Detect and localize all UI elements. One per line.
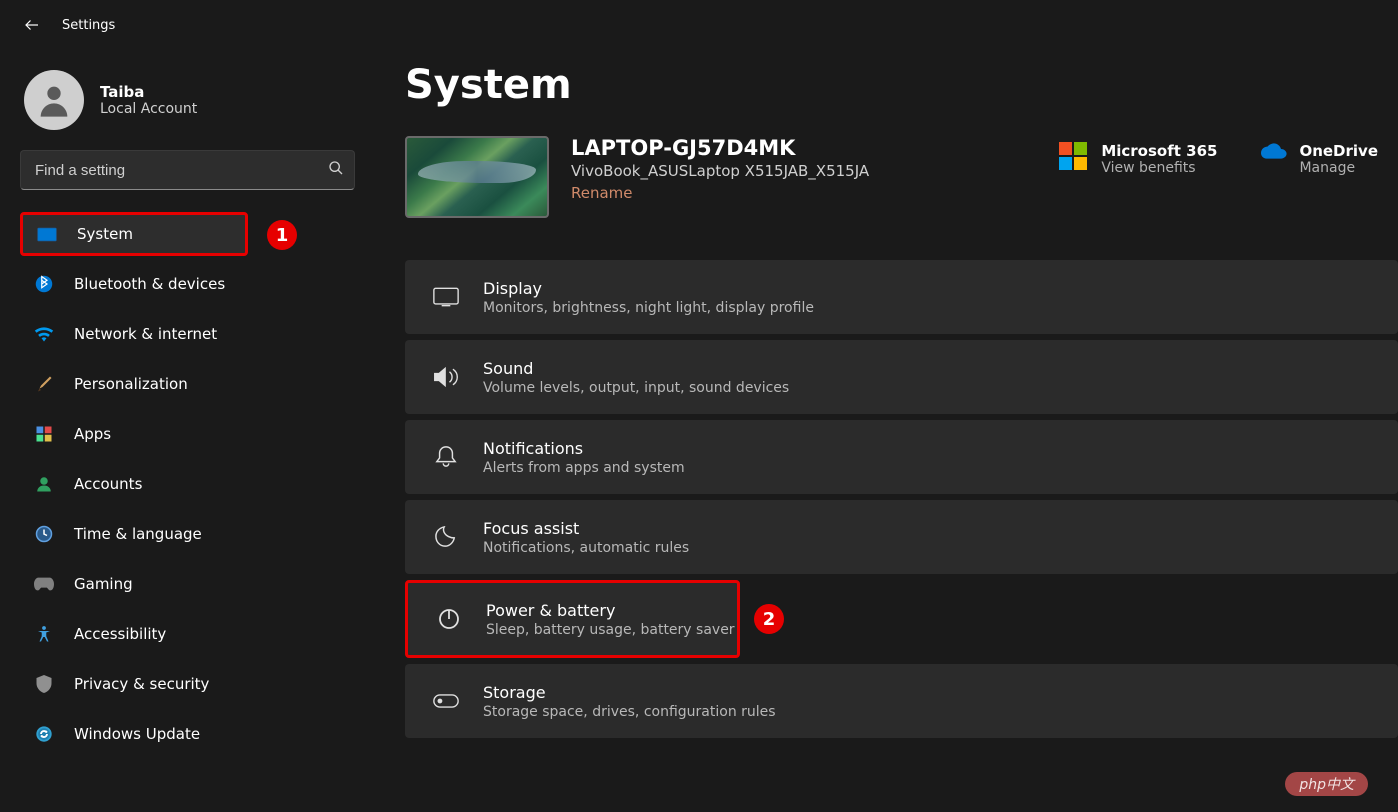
rename-link[interactable]: Rename bbox=[571, 184, 1037, 202]
sidebar-item-bluetooth[interactable]: Bluetooth & devices bbox=[20, 262, 355, 306]
main-content: System LAPTOP-GJ57D4MK VivoBook_ASUSLapt… bbox=[375, 50, 1398, 812]
setting-title: Power & battery bbox=[486, 601, 735, 620]
display-icon bbox=[37, 224, 57, 244]
sidebar-item-label: Windows Update bbox=[74, 725, 200, 743]
setting-sub: Storage space, drives, configuration rul… bbox=[483, 704, 776, 720]
brush-icon bbox=[34, 374, 54, 394]
sidebar: Taiba Local Account System 1 bbox=[0, 50, 375, 812]
settings-list: Display Monitors, brightness, night ligh… bbox=[405, 260, 1398, 738]
sidebar-item-time-language[interactable]: Time & language bbox=[20, 512, 355, 556]
sidebar-item-label: Bluetooth & devices bbox=[74, 275, 225, 293]
wifi-icon bbox=[34, 324, 54, 344]
setting-sound[interactable]: Sound Volume levels, output, input, soun… bbox=[405, 340, 1398, 414]
update-icon bbox=[34, 724, 54, 744]
sidebar-item-windows-update[interactable]: Windows Update bbox=[20, 712, 355, 756]
tile-title: OneDrive bbox=[1299, 142, 1378, 160]
bell-icon bbox=[433, 444, 459, 470]
shield-icon bbox=[34, 674, 54, 694]
sidebar-item-gaming[interactable]: Gaming bbox=[20, 562, 355, 606]
setting-display[interactable]: Display Monitors, brightness, night ligh… bbox=[405, 260, 1398, 334]
setting-title: Focus assist bbox=[483, 519, 689, 538]
device-row: LAPTOP-GJ57D4MK VivoBook_ASUSLaptop X515… bbox=[405, 136, 1398, 218]
tile-sub: Manage bbox=[1299, 160, 1378, 176]
setting-sub: Volume levels, output, input, sound devi… bbox=[483, 380, 789, 396]
annotation-marker-1: 1 bbox=[267, 220, 297, 250]
sidebar-item-accounts[interactable]: Accounts bbox=[20, 462, 355, 506]
setting-title: Sound bbox=[483, 359, 789, 378]
profile-name: Taiba bbox=[100, 83, 197, 101]
setting-sub: Notifications, automatic rules bbox=[483, 540, 689, 556]
device-model: VivoBook_ASUSLaptop X515JAB_X515JA bbox=[571, 162, 1037, 180]
sidebar-item-label: Accounts bbox=[74, 475, 142, 493]
sidebar-item-label: Network & internet bbox=[74, 325, 217, 343]
setting-title: Display bbox=[483, 279, 814, 298]
sidebar-item-label: Privacy & security bbox=[74, 675, 209, 693]
accessibility-icon bbox=[34, 624, 54, 644]
sidebar-item-label: Apps bbox=[74, 425, 111, 443]
search-icon bbox=[318, 160, 354, 180]
device-name: LAPTOP-GJ57D4MK bbox=[571, 136, 1037, 160]
setting-title: Notifications bbox=[483, 439, 685, 458]
cloud-icon bbox=[1257, 142, 1285, 170]
setting-sub: Alerts from apps and system bbox=[483, 460, 685, 476]
sidebar-item-label: Gaming bbox=[74, 575, 133, 593]
setting-power-battery[interactable]: Power & battery Sleep, battery usage, ba… bbox=[405, 580, 740, 658]
storage-icon bbox=[433, 688, 459, 714]
back-button[interactable] bbox=[22, 15, 42, 35]
sidebar-item-apps[interactable]: Apps bbox=[20, 412, 355, 456]
microsoft-icon bbox=[1059, 142, 1087, 170]
monitor-icon bbox=[433, 284, 459, 310]
setting-title: Storage bbox=[483, 683, 776, 702]
moon-icon bbox=[433, 524, 459, 550]
setting-sub: Sleep, battery usage, battery saver bbox=[486, 622, 735, 638]
app-title: Settings bbox=[62, 18, 115, 33]
setting-sub: Monitors, brightness, night light, displ… bbox=[483, 300, 814, 316]
search-input[interactable] bbox=[21, 162, 318, 179]
sidebar-item-network[interactable]: Network & internet bbox=[20, 312, 355, 356]
gamepad-icon bbox=[34, 574, 54, 594]
annotation-marker-2: 2 bbox=[754, 604, 784, 634]
setting-notifications[interactable]: Notifications Alerts from apps and syste… bbox=[405, 420, 1398, 494]
page-title: System bbox=[405, 62, 1398, 108]
tile-microsoft365[interactable]: Microsoft 365 View benefits bbox=[1059, 142, 1217, 176]
tile-sub: View benefits bbox=[1101, 160, 1217, 176]
sidebar-item-label: Personalization bbox=[74, 375, 188, 393]
sidebar-item-accessibility[interactable]: Accessibility bbox=[20, 612, 355, 656]
nav-list: System 1 Bluetooth & devices Network & i… bbox=[20, 212, 355, 756]
apps-icon bbox=[34, 424, 54, 444]
tile-onedrive[interactable]: OneDrive Manage bbox=[1257, 142, 1378, 176]
avatar bbox=[24, 70, 84, 130]
person-icon bbox=[34, 474, 54, 494]
speaker-icon bbox=[433, 364, 459, 390]
sidebar-item-label: Time & language bbox=[74, 525, 202, 543]
bluetooth-icon bbox=[34, 274, 54, 294]
device-thumbnail bbox=[405, 136, 549, 218]
profile-sub: Local Account bbox=[100, 101, 197, 117]
sidebar-item-label: System bbox=[77, 225, 133, 243]
sidebar-item-privacy[interactable]: Privacy & security bbox=[20, 662, 355, 706]
clock-icon bbox=[34, 524, 54, 544]
sidebar-item-label: Accessibility bbox=[74, 625, 166, 643]
setting-focus-assist[interactable]: Focus assist Notifications, automatic ru… bbox=[405, 500, 1398, 574]
profile-block[interactable]: Taiba Local Account bbox=[24, 70, 355, 130]
tile-title: Microsoft 365 bbox=[1101, 142, 1217, 160]
search-box[interactable] bbox=[20, 150, 355, 190]
setting-storage[interactable]: Storage Storage space, drives, configura… bbox=[405, 664, 1398, 738]
sidebar-item-system[interactable]: System bbox=[20, 212, 248, 256]
sidebar-item-personalization[interactable]: Personalization bbox=[20, 362, 355, 406]
power-icon bbox=[436, 606, 462, 632]
